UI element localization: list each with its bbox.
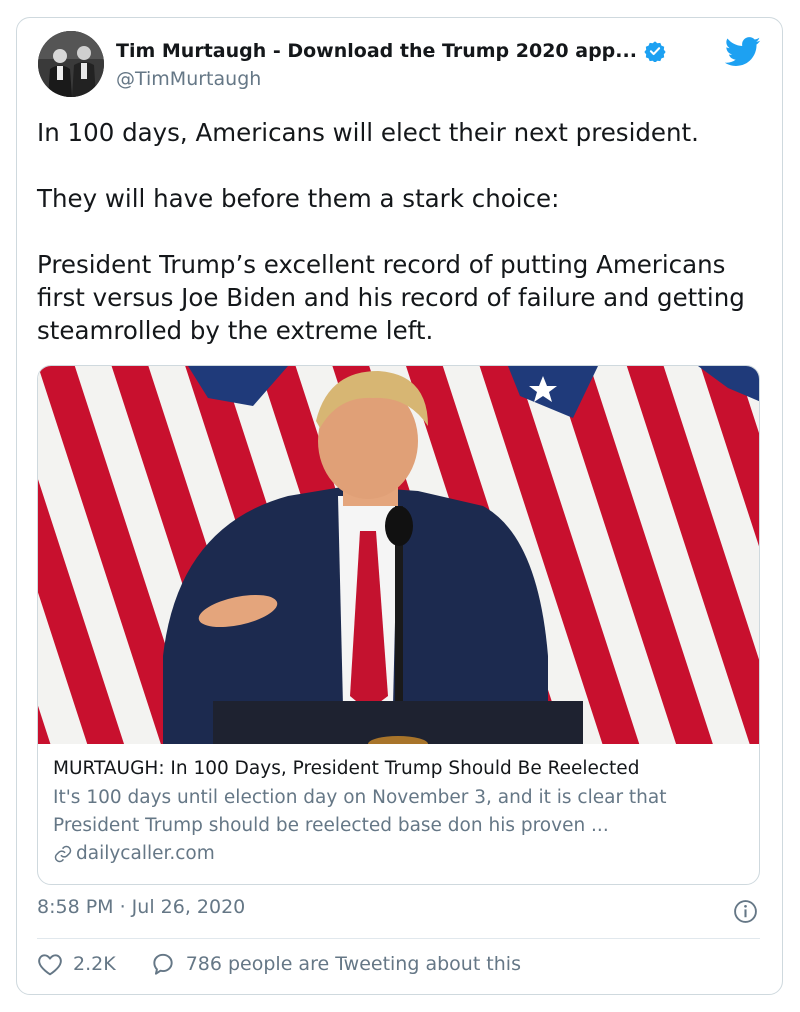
- tweet-paragraph: They will have before them a stark choic…: [37, 184, 560, 213]
- verified-badge-icon: [644, 40, 666, 62]
- tweet-paragraph: President Trump’s excellent record of pu…: [37, 250, 745, 345]
- heart-icon: [38, 954, 62, 976]
- engagement-bar: 2.2K 786 people are Tweeting about this: [37, 951, 521, 977]
- conversation-text: 786 people are Tweeting about this: [185, 953, 521, 975]
- tweet-timestamp[interactable]: 8:58 PM · Jul 26, 2020: [37, 896, 245, 918]
- tweet-card[interactable]: Tim Murtaugh - Download the Trump 2020 a…: [16, 17, 783, 995]
- author-display-name[interactable]: Tim Murtaugh - Download the Trump 2020 a…: [116, 40, 637, 62]
- link-preview-card[interactable]: MURTAUGH: In 100 Days, President Trump S…: [37, 365, 760, 885]
- avatar[interactable]: [38, 31, 104, 97]
- avatar-image: [38, 31, 104, 97]
- tweet-text: In 100 days, Americans will elect their …: [37, 116, 767, 347]
- card-domain-text: dailycaller.com: [76, 843, 215, 864]
- tweet-paragraph: In 100 days, Americans will elect their …: [37, 118, 699, 147]
- divider: [37, 938, 760, 939]
- flag-backdrop-podium-photo: [38, 366, 759, 744]
- author-name-row: Tim Murtaugh - Download the Trump 2020 a…: [116, 40, 676, 62]
- conversation-button[interactable]: 786 people are Tweeting about this: [150, 951, 521, 977]
- like-button[interactable]: 2.2K: [37, 952, 116, 976]
- author-handle[interactable]: @TimMurtaugh: [116, 68, 261, 90]
- speech-bubble-icon: [153, 953, 173, 975]
- like-count: 2.2K: [73, 953, 116, 975]
- card-image[interactable]: [38, 366, 759, 744]
- card-title[interactable]: MURTAUGH: In 100 Days, President Trump S…: [53, 756, 748, 782]
- link-icon: [53, 844, 73, 864]
- card-body: MURTAUGH: In 100 Days, President Trump S…: [53, 756, 748, 868]
- card-description: It's 100 days until election day on Nove…: [53, 787, 667, 836]
- card-domain[interactable]: dailycaller.com: [53, 840, 748, 868]
- twitter-bird-icon[interactable]: [724, 37, 761, 71]
- info-icon[interactable]: [733, 899, 758, 928]
